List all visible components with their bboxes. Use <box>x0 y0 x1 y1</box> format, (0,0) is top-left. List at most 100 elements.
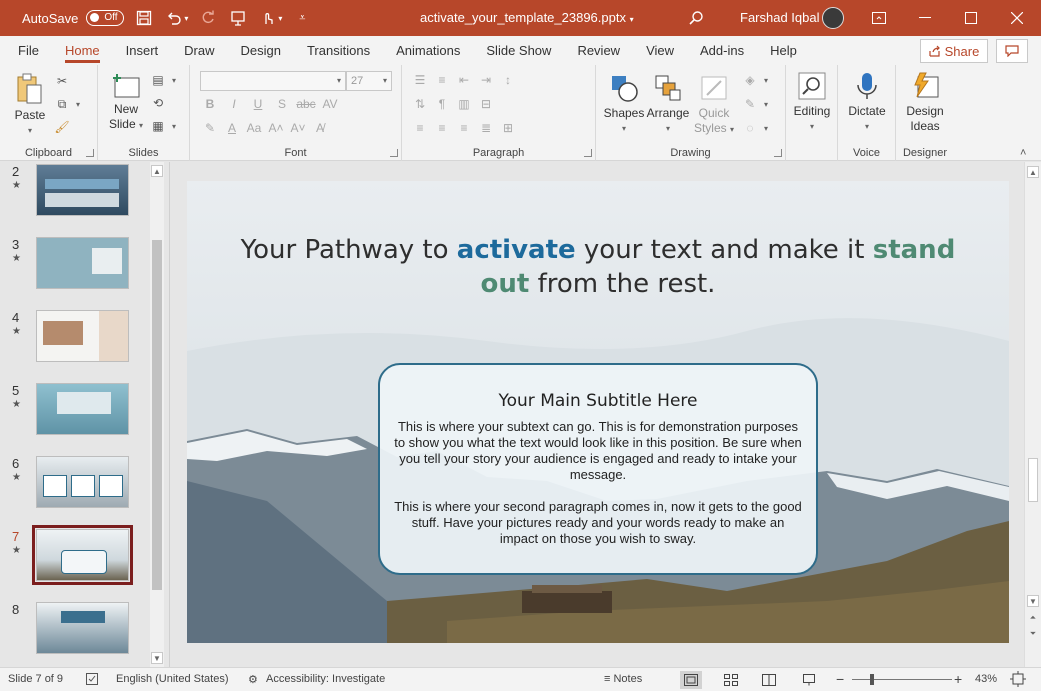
copy-button[interactable]: ⧉ ▾ <box>54 96 80 112</box>
text-direction-icon[interactable]: ⇅ <box>412 96 428 112</box>
comments-button[interactable] <box>996 39 1028 63</box>
shadow-icon[interactable]: S <box>274 96 290 112</box>
slide-scrollbar[interactable]: ▲ ▼ ⏶ ⏷ <box>1024 162 1041 667</box>
character-spacing-icon[interactable]: AV <box>322 96 338 112</box>
new-slide-button[interactable]: New Slide ▾ <box>106 73 146 133</box>
language-indicator[interactable]: English (United States) <box>116 673 229 685</box>
paragraph-launcher-icon[interactable] <box>584 149 592 157</box>
tab-help[interactable]: Help <box>757 36 810 65</box>
tab-home[interactable]: Home <box>52 36 113 65</box>
zoom-out-icon[interactable]: − <box>836 671 844 687</box>
cut-button[interactable]: ✂ <box>54 73 70 89</box>
editing-button[interactable]: Editing ▾ <box>790 71 834 134</box>
touch-dropdown-icon[interactable]: ▾ <box>278 14 282 23</box>
rtl-icon[interactable]: ¶ <box>434 96 450 112</box>
fit-to-window-icon[interactable] <box>1010 671 1026 690</box>
strikethrough-icon[interactable]: abc <box>296 96 315 112</box>
slide-sorter-icon[interactable] <box>720 671 742 689</box>
search-icon[interactable] <box>686 8 706 28</box>
user-name[interactable]: Farshad Iqbal <box>740 10 820 25</box>
zoom-in-icon[interactable]: + <box>954 671 962 687</box>
tab-view[interactable]: View <box>633 36 687 65</box>
layout-button[interactable]: ▤ ▾ <box>150 72 176 88</box>
bullets-icon[interactable]: ☰ <box>412 72 428 88</box>
normal-view-icon[interactable] <box>680 671 702 689</box>
change-case-icon[interactable]: Aa <box>246 120 262 136</box>
font-name-combo[interactable]: ▾ <box>200 71 346 91</box>
slide-title[interactable]: Your Pathway to activate your text and m… <box>227 233 969 301</box>
paste-dropdown-icon[interactable]: ▾ <box>12 123 48 138</box>
thumbnail-slide-2[interactable]: 2 ★ <box>0 164 150 228</box>
font-launcher-icon[interactable] <box>390 149 398 157</box>
next-slide-icon[interactable]: ⏷ <box>1027 628 1039 640</box>
highlighter-icon[interactable]: ✎ <box>202 120 218 136</box>
paste-button[interactable]: Paste ▾ <box>12 73 48 138</box>
section-button[interactable]: ▦ ▾ <box>150 118 176 134</box>
tab-insert[interactable]: Insert <box>113 36 172 65</box>
save-icon[interactable] <box>134 8 154 28</box>
accessibility-icon[interactable]: ⚙ <box>248 673 258 686</box>
reset-button[interactable]: ⟲ <box>150 95 166 111</box>
shape-fill-button[interactable]: ◈ ▾ <box>742 72 768 88</box>
columns-icon[interactable]: ▥ <box>456 96 472 112</box>
smartart-icon[interactable]: ⊞ <box>500 120 516 136</box>
present-from-beginning-icon[interactable] <box>228 8 248 28</box>
spell-check-icon[interactable] <box>86 673 100 688</box>
format-painter-button[interactable]: 🖌 <box>54 119 70 135</box>
minimize-icon[interactable] <box>902 0 948 36</box>
tab-file[interactable]: File <box>0 36 52 65</box>
current-slide[interactable]: Your Pathway to activate your text and m… <box>187 181 1009 643</box>
accessibility-status[interactable]: Accessibility: Investigate <box>266 673 385 685</box>
dictate-button[interactable]: Dictate ▾ <box>844 71 890 134</box>
scroll-up-icon[interactable]: ▲ <box>151 165 163 177</box>
thumbnails-scrollbar[interactable]: ▲ ▼ <box>150 162 164 667</box>
tab-design[interactable]: Design <box>228 36 294 65</box>
scroll-up-icon[interactable]: ▲ <box>1027 166 1039 178</box>
content-box[interactable]: Your Main Subtitle Here This is where yo… <box>378 363 818 575</box>
arrange-button[interactable]: Arrange ▾ <box>646 73 690 136</box>
touch-mode-icon[interactable] <box>258 8 278 28</box>
tab-animations[interactable]: Animations <box>383 36 473 65</box>
quick-styles-button[interactable]: Quick Styles ▾ <box>692 73 736 137</box>
avatar[interactable] <box>822 7 844 29</box>
zoom-slider[interactable] <box>852 674 952 685</box>
line-spacing-icon[interactable]: ↕ <box>500 72 516 88</box>
font-size-combo[interactable]: 27 ▾ <box>346 71 392 91</box>
clipboard-launcher-icon[interactable] <box>86 149 94 157</box>
scroll-down-icon[interactable]: ▼ <box>151 652 163 664</box>
justify-icon[interactable]: ≣ <box>478 120 494 136</box>
maximize-icon[interactable] <box>948 0 994 36</box>
align-center-icon[interactable]: ≡ <box>434 120 450 136</box>
increase-font-icon[interactable]: A˄ <box>268 120 284 136</box>
share-button[interactable]: Share <box>920 39 988 63</box>
zoom-level[interactable]: 43% <box>975 673 997 685</box>
notes-button[interactable]: ≡ Notes <box>604 673 642 685</box>
thumbnail-slide-8[interactable]: 8 <box>0 602 150 666</box>
design-ideas-button[interactable]: Design Ideas <box>902 71 948 134</box>
scroll-down-icon[interactable]: ▼ <box>1027 595 1039 607</box>
ribbon-display-options-icon[interactable] <box>856 0 902 36</box>
zoom-slider-thumb[interactable] <box>870 674 875 685</box>
undo-icon[interactable] <box>164 8 184 28</box>
italic-icon[interactable]: I <box>226 96 242 112</box>
shape-outline-button[interactable]: ✎ ▾ <box>742 96 768 112</box>
shape-effects-button[interactable]: ◌ ▾ <box>742 120 768 136</box>
collapse-ribbon-icon[interactable]: ˄ <box>1020 147 1026 159</box>
tab-transitions[interactable]: Transitions <box>294 36 383 65</box>
align-right-icon[interactable]: ≡ <box>456 120 472 136</box>
align-left-icon[interactable]: ≡ <box>412 120 428 136</box>
tab-slide-show[interactable]: Slide Show <box>473 36 564 65</box>
tab-add-ins[interactable]: Add-ins <box>687 36 757 65</box>
document-title[interactable]: activate_your_template_23896.pptx ▾ <box>420 10 634 25</box>
autosave-toggle[interactable]: Off <box>86 10 125 26</box>
shapes-button[interactable]: Shapes ▾ <box>602 73 646 136</box>
thumbnail-slide-4[interactable]: 4 ★ <box>0 310 150 374</box>
thumbnails-scroll-thumb[interactable] <box>152 240 162 590</box>
underline-icon[interactable]: U <box>250 96 266 112</box>
redo-icon[interactable] <box>198 8 218 28</box>
bold-icon[interactable]: B <box>202 96 218 112</box>
slide-scroll-thumb[interactable] <box>1028 458 1038 502</box>
decrease-indent-icon[interactable]: ⇤ <box>456 72 472 88</box>
thumbnail-slide-6[interactable]: 6 ★ <box>0 456 150 520</box>
tab-draw[interactable]: Draw <box>171 36 227 65</box>
